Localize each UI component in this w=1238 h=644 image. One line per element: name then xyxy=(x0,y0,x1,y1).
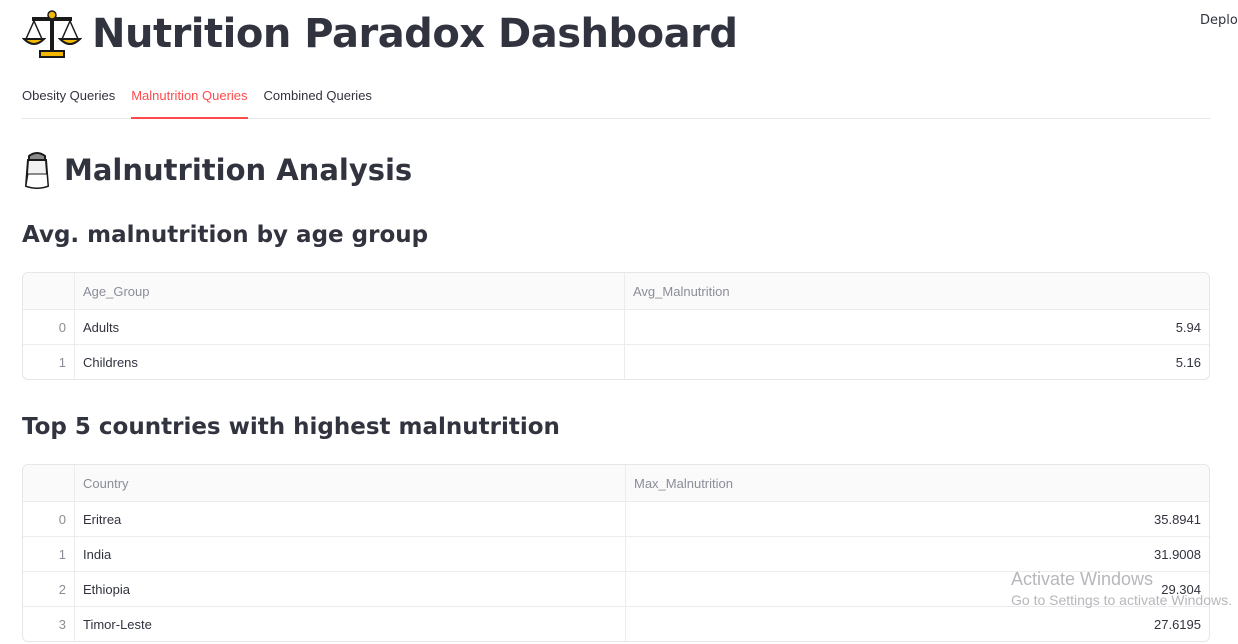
row-index: 0 xyxy=(58,319,66,335)
table-row[interactable]: 3 Timor-Leste 27.6195 xyxy=(23,606,1209,641)
table-cell[interactable]: Timor-Leste xyxy=(74,607,625,641)
table-cell[interactable]: Adults xyxy=(74,310,624,344)
row-index: 3 xyxy=(58,616,66,632)
table-row[interactable]: 1 India 31.9008 xyxy=(23,536,1209,571)
table-cell[interactable]: 29.304 xyxy=(625,572,1209,606)
tab-combined-queries[interactable]: Combined Queries xyxy=(264,80,372,110)
table-header-row: Age_Group Avg_Malnutrition xyxy=(23,273,1209,309)
row-index: 2 xyxy=(58,581,66,597)
table-row[interactable]: 1 Childrens 5.16 xyxy=(23,344,1209,379)
row-index: 1 xyxy=(58,354,66,370)
table-row[interactable]: 2 Ethiopia 29.304 xyxy=(23,571,1209,606)
table-cell[interactable]: 31.9008 xyxy=(625,537,1209,571)
table-cell[interactable]: 35.8941 xyxy=(625,502,1209,536)
table-cell[interactable]: Childrens xyxy=(74,345,624,379)
age-group-table[interactable]: Age_Group Avg_Malnutrition 0 Adults 5.94… xyxy=(22,272,1210,380)
index-header xyxy=(23,465,74,501)
page-header: Nutrition Paradox Dashboard xyxy=(22,5,738,63)
section-title: Malnutrition Analysis xyxy=(64,153,413,187)
index-header xyxy=(23,273,74,309)
row-index: 0 xyxy=(58,511,66,527)
tab-obesity-queries[interactable]: Obesity Queries xyxy=(22,80,115,110)
table1-title: Avg. malnutrition by age group xyxy=(22,222,429,248)
row-index: 1 xyxy=(58,546,66,562)
balance-scale-icon xyxy=(22,10,82,58)
table-cell[interactable]: 5.16 xyxy=(624,345,1209,379)
app-root: Deploy Nutrition Paradox Dashboard Obesi… xyxy=(0,0,1238,644)
tab-malnutrition-queries[interactable]: Malnutrition Queries xyxy=(131,80,248,119)
table-cell[interactable]: 27.6195 xyxy=(625,607,1209,641)
table-row[interactable]: 0 Eritrea 35.8941 xyxy=(23,501,1209,536)
column-header[interactable]: Max_Malnutrition xyxy=(625,465,1209,501)
table-cell[interactable]: 5.94 xyxy=(624,310,1209,344)
table-cell[interactable]: India xyxy=(74,537,625,571)
column-header[interactable]: Age_Group xyxy=(74,273,624,309)
table-row[interactable]: 0 Adults 5.94 xyxy=(23,309,1209,344)
table-cell[interactable]: Ethiopia xyxy=(74,572,625,606)
table-cell[interactable]: Eritrea xyxy=(74,502,625,536)
table2-title: Top 5 countries with highest malnutritio… xyxy=(22,414,560,440)
column-header[interactable]: Country xyxy=(74,465,625,501)
top-countries-table[interactable]: Country Max_Malnutrition 0 Eritrea 35.89… xyxy=(22,464,1210,642)
salt-shaker-icon xyxy=(24,152,50,189)
tab-bar: Obesity Queries Malnutrition Queries Com… xyxy=(22,80,1210,119)
page-title: Nutrition Paradox Dashboard xyxy=(92,11,738,57)
table-header-row: Country Max_Malnutrition xyxy=(23,465,1209,501)
deploy-button[interactable]: Deploy xyxy=(1200,13,1238,28)
column-header[interactable]: Avg_Malnutrition xyxy=(624,273,1209,309)
section-header: Malnutrition Analysis xyxy=(22,150,412,190)
